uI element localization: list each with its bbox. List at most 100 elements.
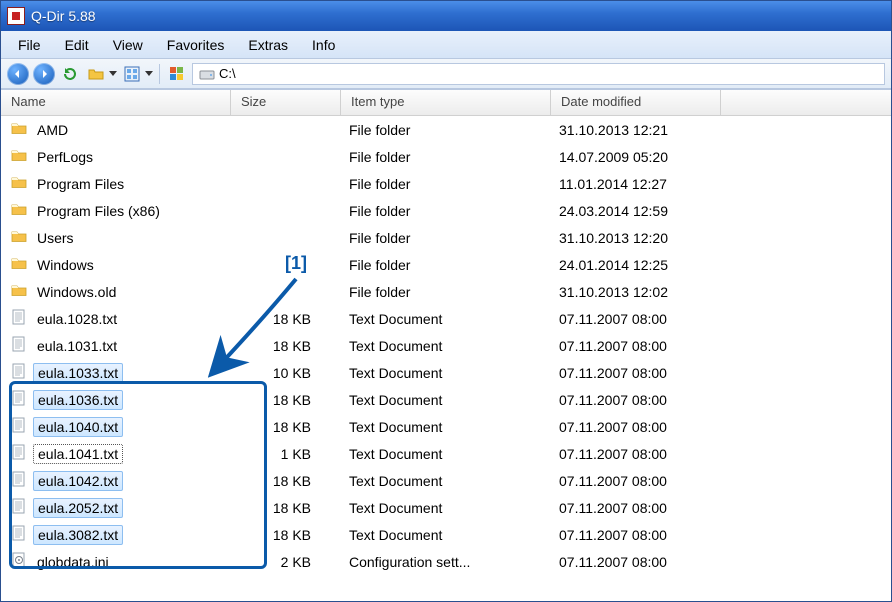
file-name-cell[interactable]: PerfLogs: [1, 147, 231, 166]
file-size-cell: 18 KB: [231, 338, 341, 354]
file-row[interactable]: Users File folder31.10.2013 12:20: [1, 224, 891, 251]
file-name-cell[interactable]: Windows: [1, 255, 231, 274]
menu-favorites[interactable]: Favorites: [156, 34, 236, 56]
file-name-cell[interactable]: eula.1031.txt: [1, 336, 231, 355]
file-row[interactable]: Program Files (x86)File folder24.03.2014…: [1, 197, 891, 224]
file-row[interactable]: eula.1031.txt18 KBText Document07.11.200…: [1, 332, 891, 359]
file-type-cell: Text Document: [341, 311, 551, 327]
folder-icon: [11, 174, 27, 193]
file-date-cell: 24.03.2014 12:59: [551, 203, 721, 219]
file-row[interactable]: eula.1033.txt10 KBText Document07.11.200…: [1, 359, 891, 386]
file-row[interactable]: eula.1042.txt18 KBText Document07.11.200…: [1, 467, 891, 494]
file-size-cell: 10 KB: [231, 365, 341, 381]
file-type-cell: File folder: [341, 284, 551, 300]
file-name-cell[interactable]: eula.1042.txt: [1, 471, 231, 491]
file-name-label: globdata.ini: [33, 553, 113, 571]
file-name-cell[interactable]: eula.1028.txt: [1, 309, 231, 328]
file-name-cell[interactable]: Program Files (x86): [1, 201, 231, 220]
file-size-cell: 1 KB: [231, 446, 341, 462]
file-list[interactable]: Name Size Item type Date modified AMDFil…: [1, 89, 891, 575]
file-row[interactable]: eula.1040.txt18 KBText Document07.11.200…: [1, 413, 891, 440]
column-header-date[interactable]: Date modified: [551, 90, 721, 115]
menu-view[interactable]: View: [102, 34, 154, 56]
file-date-cell: 31.10.2013 12:20: [551, 230, 721, 246]
file-name-label: AMD: [33, 121, 72, 139]
file-date-cell: 14.07.2009 05:20: [551, 149, 721, 165]
file-name-label: Program Files: [33, 175, 128, 193]
file-type-cell: Text Document: [341, 365, 551, 381]
file-row[interactable]: Windows.oldFile folder31.10.2013 12:02: [1, 278, 891, 305]
file-name-cell[interactable]: eula.1041.txt: [1, 444, 231, 464]
nav-back-button[interactable]: [7, 63, 29, 85]
file-name-label: PerfLogs: [33, 148, 97, 166]
menu-info[interactable]: Info: [301, 34, 346, 56]
folder-icon: [11, 282, 27, 301]
file-row[interactable]: eula.3082.txt18 KBText Document07.11.200…: [1, 521, 891, 548]
view-mode-icon[interactable]: [121, 63, 143, 85]
file-date-cell: 07.11.2007 08:00: [551, 554, 721, 570]
column-header-extra[interactable]: [721, 90, 891, 115]
file-row[interactable]: globdata.ini2 KBConfiguration sett...07.…: [1, 548, 891, 575]
file-name-cell[interactable]: eula.1033.txt: [1, 363, 231, 383]
file-row[interactable]: eula.2052.txt18 KBText Document07.11.200…: [1, 494, 891, 521]
column-header-type[interactable]: Item type: [341, 90, 551, 115]
file-date-cell: 07.11.2007 08:00: [551, 446, 721, 462]
file-name-cell[interactable]: eula.3082.txt: [1, 525, 231, 545]
file-name-label: Windows: [33, 256, 98, 274]
file-size-cell: 18 KB: [231, 311, 341, 327]
file-name-cell[interactable]: Program Files: [1, 174, 231, 193]
file-date-cell: 07.11.2007 08:00: [551, 473, 721, 489]
file-name-label: eula.3082.txt: [33, 525, 123, 545]
file-type-cell: Text Document: [341, 527, 551, 543]
file-type-cell: File folder: [341, 149, 551, 165]
file-name-cell[interactable]: eula.2052.txt: [1, 498, 231, 518]
file-date-cell: 07.11.2007 08:00: [551, 392, 721, 408]
toolbar-separator: [159, 64, 160, 84]
folder-icon: [11, 255, 27, 274]
column-header-name[interactable]: Name: [1, 90, 231, 115]
txt-icon: [11, 309, 27, 328]
folder-dropdown-icon[interactable]: [109, 71, 117, 76]
file-name-label: Users: [33, 229, 78, 247]
refresh-icon[interactable]: [59, 63, 81, 85]
file-type-cell: Text Document: [341, 446, 551, 462]
file-name-cell[interactable]: AMD: [1, 120, 231, 139]
file-row[interactable]: eula.1028.txt18 KBText Document07.11.200…: [1, 305, 891, 332]
file-row[interactable]: AMDFile folder31.10.2013 12:21: [1, 116, 891, 143]
file-date-cell: 31.10.2013 12:21: [551, 122, 721, 138]
file-date-cell: 07.11.2007 08:00: [551, 419, 721, 435]
file-type-cell: Text Document: [341, 338, 551, 354]
menu-edit[interactable]: Edit: [54, 34, 100, 56]
txt-icon: [11, 525, 27, 544]
column-header-row: Name Size Item type Date modified: [1, 90, 891, 116]
file-name-label: Windows.old: [33, 283, 120, 301]
file-row[interactable]: WindowsFile folder24.01.2014 12:25: [1, 251, 891, 278]
file-name-cell[interactable]: eula.1040.txt: [1, 417, 231, 437]
column-header-size[interactable]: Size: [231, 90, 341, 115]
file-name-cell[interactable]: eula.1036.txt: [1, 390, 231, 410]
folder-icon: [11, 147, 27, 166]
file-name-label: eula.1042.txt: [33, 471, 123, 491]
view-dropdown-icon[interactable]: [145, 71, 153, 76]
nav-forward-button[interactable]: [33, 63, 55, 85]
file-row[interactable]: eula.1041.txt1 KBText Document07.11.2007…: [1, 440, 891, 467]
menu-extras[interactable]: Extras: [237, 34, 299, 56]
address-bar[interactable]: C:\: [192, 63, 885, 85]
txt-icon: [11, 336, 27, 355]
file-type-cell: File folder: [341, 176, 551, 192]
file-name-cell[interactable]: Users: [1, 228, 231, 247]
file-name-cell[interactable]: Windows.old: [1, 282, 231, 301]
window-title: Q-Dir 5.88: [31, 8, 96, 24]
file-name-cell[interactable]: globdata.ini: [1, 552, 231, 571]
file-row[interactable]: PerfLogs File folder14.07.2009 05:20: [1, 143, 891, 170]
file-type-cell: File folder: [341, 230, 551, 246]
menu-file[interactable]: File: [7, 34, 52, 56]
file-type-cell: Text Document: [341, 392, 551, 408]
file-size-cell: 18 KB: [231, 392, 341, 408]
windows-flag-icon[interactable]: [166, 63, 188, 85]
file-row[interactable]: Program FilesFile folder11.01.2014 12:27: [1, 170, 891, 197]
file-row[interactable]: eula.1036.txt18 KBText Document07.11.200…: [1, 386, 891, 413]
menu-bar: File Edit View Favorites Extras Info: [1, 31, 891, 59]
txt-icon: [11, 390, 27, 409]
folder-open-icon[interactable]: [85, 63, 107, 85]
